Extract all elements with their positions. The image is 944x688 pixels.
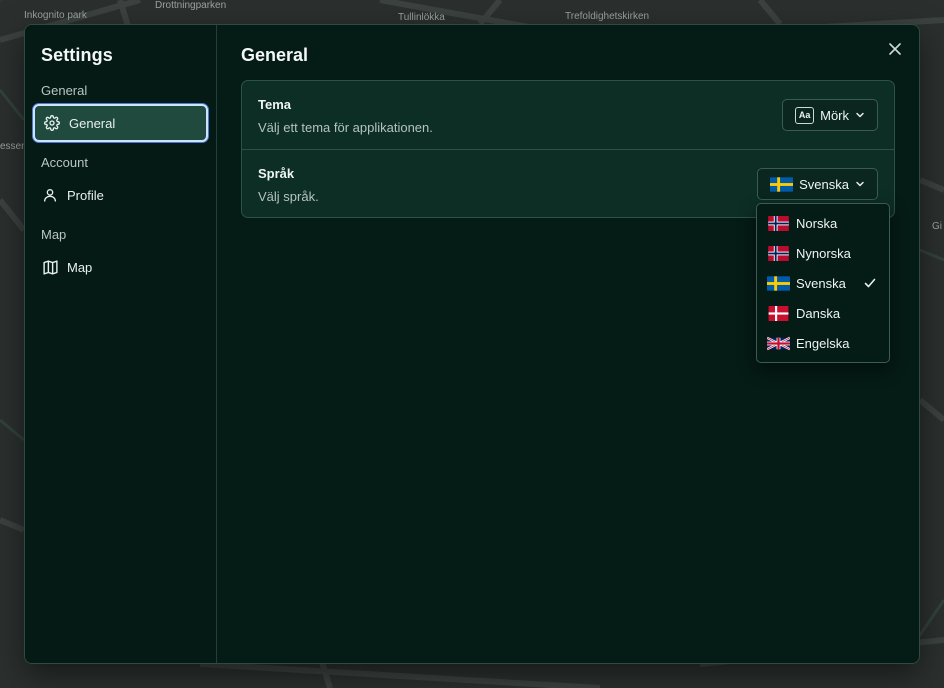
language-option-engelska[interactable]: Engelska [757, 328, 889, 358]
language-option-nynorska[interactable]: Nynorska [757, 238, 889, 268]
sidebar-item-label: Profile [67, 187, 104, 203]
map-icon [41, 258, 59, 276]
theme-aa-icon: Aa [795, 106, 815, 124]
chevron-down-icon [856, 181, 864, 187]
language-select-value: Svenska [799, 176, 849, 192]
language-option-label: Svenska [796, 275, 846, 291]
close-button[interactable] [885, 39, 905, 59]
flag-no-icon [768, 245, 789, 261]
sidebar-item-general[interactable]: General [33, 104, 208, 142]
sidebar-item-map[interactable]: Map [33, 248, 208, 286]
sidebar-item-label: Map [67, 259, 93, 275]
flag-no-icon [768, 215, 789, 231]
theme-select[interactable]: Aa Mörk [782, 99, 878, 131]
map-label: Inkognito park [24, 10, 87, 21]
language-option-label: Engelska [796, 335, 850, 351]
language-option-label: Danska [796, 305, 841, 321]
settings-card: Tema Välj ett tema för applikationen. Aa… [241, 80, 895, 218]
sidebar-group-label-map: Map [41, 227, 67, 242]
theme-select-value: Mörk [820, 107, 849, 123]
language-option-svenska[interactable]: Svenska [757, 268, 889, 298]
setting-row-theme: Tema Välj ett tema för applikationen. Aa… [242, 81, 894, 149]
gear-icon [43, 114, 61, 132]
chevron-down-icon [856, 112, 864, 118]
language-option-danska[interactable]: Danska [757, 298, 889, 328]
flag-se-icon [767, 275, 790, 291]
sidebar-group-label-general: General [41, 83, 88, 98]
language-option-norska[interactable]: Norska [757, 208, 889, 238]
flag-dk-icon [768, 305, 789, 321]
settings-sidebar: Settings General General Account Profile… [25, 25, 217, 663]
checkmark-icon [864, 278, 876, 288]
user-icon [41, 186, 59, 204]
language-select[interactable]: Svenska [757, 168, 878, 200]
flag-se-icon [770, 176, 794, 192]
page-title: General [241, 45, 309, 65]
map-label: Drottningparken [155, 0, 227, 11]
sidebar-item-label: General [69, 115, 116, 131]
sidebar-item-profile[interactable]: Profile [33, 176, 208, 214]
language-option-label: Norska [796, 215, 838, 231]
map-label: Gi [932, 221, 942, 232]
map-label: Tullinlökka [398, 12, 445, 23]
map-label: essen [0, 141, 27, 152]
language-dropdown-menu: Norska Nynorska Svenska Danska Engelska [756, 203, 890, 363]
sidebar-title: Settings [41, 45, 113, 65]
map-label: Trefoldighetskirken [565, 11, 650, 22]
sidebar-group-label-account: Account [41, 155, 88, 170]
language-option-label: Nynorska [796, 245, 851, 261]
flag-gb-icon [767, 336, 790, 350]
close-icon [889, 43, 901, 55]
